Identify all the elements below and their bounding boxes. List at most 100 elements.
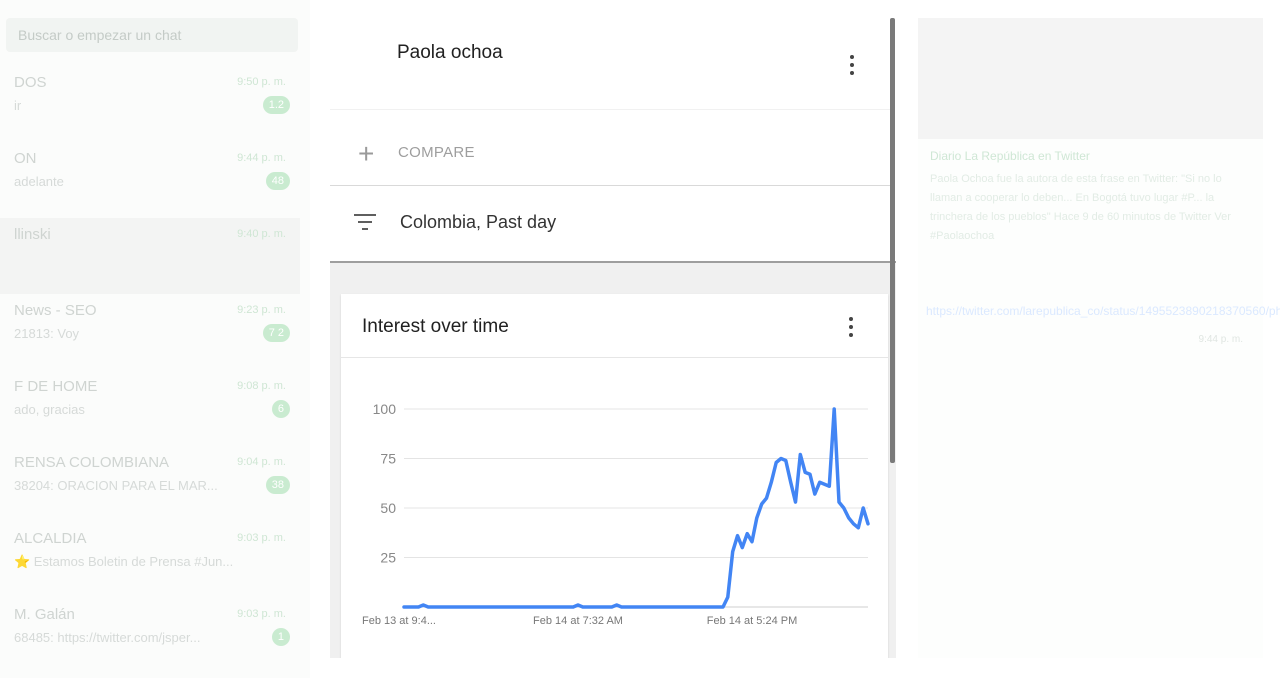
data-point[interactable] — [571, 605, 575, 609]
chat-item[interactable]: DOS 9:50 p. m. ir 1.2 — [0, 66, 300, 142]
data-point[interactable] — [789, 480, 793, 484]
data-point[interactable] — [774, 460, 778, 464]
data-point[interactable] — [576, 603, 580, 607]
more-options-icon[interactable] — [842, 52, 862, 82]
data-point[interactable] — [494, 605, 498, 609]
data-point[interactable] — [692, 605, 696, 609]
data-point[interactable] — [702, 605, 706, 609]
data-point[interactable] — [586, 605, 590, 609]
data-point[interactable] — [436, 605, 440, 609]
data-point[interactable] — [798, 453, 802, 457]
chat-item[interactable]: M. Galán 9:03 p. m. 68485: https://twitter… — [0, 598, 300, 674]
data-point[interactable] — [508, 605, 512, 609]
data-point[interactable] — [412, 605, 416, 609]
card-more-options-icon[interactable] — [841, 314, 861, 344]
data-point[interactable] — [784, 458, 788, 462]
scrollbar[interactable] — [890, 18, 895, 463]
data-point[interactable] — [779, 457, 783, 461]
data-point[interactable] — [639, 605, 643, 609]
data-point[interactable] — [842, 506, 846, 510]
data-point[interactable] — [591, 605, 595, 609]
data-point[interactable] — [407, 605, 411, 609]
data-point[interactable] — [653, 605, 657, 609]
data-point[interactable] — [441, 605, 445, 609]
data-point[interactable] — [711, 605, 715, 609]
data-point[interactable] — [566, 605, 570, 609]
data-point[interactable] — [827, 484, 831, 488]
data-point[interactable] — [832, 407, 836, 411]
data-point[interactable] — [504, 605, 508, 609]
data-point[interactable] — [823, 482, 827, 486]
data-point[interactable] — [484, 605, 488, 609]
data-point[interactable] — [634, 605, 638, 609]
data-point[interactable] — [562, 605, 566, 609]
data-point[interactable] — [455, 605, 459, 609]
data-point[interactable] — [760, 502, 764, 506]
preview-link[interactable]: https://twitter.com/larepublica_co/statu… — [926, 302, 1280, 321]
data-point[interactable] — [479, 605, 483, 609]
data-point[interactable] — [765, 496, 769, 500]
chat-item[interactable]: llinski 9:40 p. m. — [0, 218, 300, 294]
data-point[interactable] — [808, 472, 812, 476]
data-point[interactable] — [533, 605, 537, 609]
data-point[interactable] — [499, 605, 503, 609]
data-point[interactable] — [446, 605, 450, 609]
data-point[interactable] — [595, 605, 599, 609]
data-point[interactable] — [731, 550, 735, 554]
data-point[interactable] — [837, 500, 841, 504]
data-point[interactable] — [668, 605, 672, 609]
data-point[interactable] — [600, 605, 604, 609]
data-point[interactable] — [426, 605, 430, 609]
chat-search-input[interactable]: Buscar o empezar un chat — [6, 18, 298, 52]
data-point[interactable] — [489, 605, 493, 609]
data-point[interactable] — [605, 605, 609, 609]
data-point[interactable] — [402, 605, 406, 609]
data-point[interactable] — [673, 605, 677, 609]
data-point[interactable] — [470, 605, 474, 609]
data-point[interactable] — [450, 605, 454, 609]
data-point[interactable] — [663, 605, 667, 609]
data-point[interactable] — [417, 605, 421, 609]
data-point[interactable] — [697, 605, 701, 609]
data-point[interactable] — [745, 532, 749, 536]
data-point[interactable] — [687, 605, 691, 609]
data-point[interactable] — [721, 605, 725, 609]
data-point[interactable] — [523, 605, 527, 609]
data-point[interactable] — [755, 516, 759, 520]
data-point[interactable] — [726, 595, 730, 599]
data-point[interactable] — [644, 605, 648, 609]
data-point[interactable] — [528, 605, 532, 609]
chat-item[interactable]: ALCALDIA 9:03 p. m. ⭐ Estamos Boletin de P… — [0, 522, 300, 598]
data-point[interactable] — [649, 605, 653, 609]
data-point[interactable] — [740, 546, 744, 550]
chat-item[interactable]: RENSA COLOMBIANA 9:04 p. m. 38204: ORACION… — [0, 446, 300, 522]
data-point[interactable] — [769, 480, 773, 484]
data-point[interactable] — [716, 605, 720, 609]
data-point[interactable] — [624, 605, 628, 609]
data-point[interactable] — [866, 522, 870, 526]
data-point[interactable] — [581, 605, 585, 609]
data-point[interactable] — [847, 516, 851, 520]
data-point[interactable] — [736, 534, 740, 538]
data-point[interactable] — [803, 470, 807, 474]
data-point[interactable] — [465, 605, 469, 609]
data-point[interactable] — [658, 605, 662, 609]
data-point[interactable] — [861, 506, 865, 510]
data-point[interactable] — [794, 500, 798, 504]
data-point[interactable] — [475, 605, 479, 609]
data-point[interactable] — [818, 480, 822, 484]
chat-item[interactable]: ON 9:44 p. m. adelante 48 — [0, 142, 300, 218]
data-point[interactable] — [852, 522, 856, 526]
data-point[interactable] — [547, 605, 551, 609]
media-thumbnail[interactable] — [918, 18, 1263, 139]
data-point[interactable] — [620, 605, 624, 609]
chat-item[interactable]: F DE HOME 9:08 p. m. ado, gracias 6 — [0, 370, 300, 446]
data-point[interactable] — [629, 605, 633, 609]
data-point[interactable] — [421, 603, 425, 607]
data-point[interactable] — [615, 603, 619, 607]
data-point[interactable] — [610, 605, 614, 609]
data-point[interactable] — [678, 605, 682, 609]
data-point[interactable] — [537, 605, 541, 609]
data-point[interactable] — [552, 605, 556, 609]
chat-item[interactable]: News - SEO 9:23 p. m. 21813: Voy 7 2 — [0, 294, 300, 370]
